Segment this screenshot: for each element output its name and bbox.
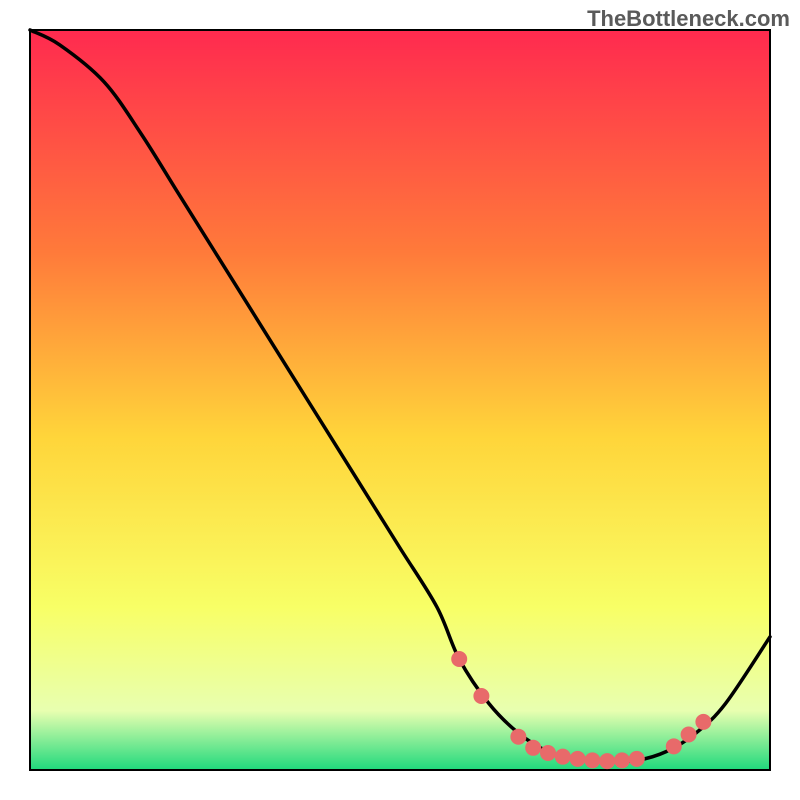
watermark-label: TheBottleneck.com [587, 6, 790, 32]
data-point-marker [681, 726, 697, 742]
plot-background [30, 30, 770, 770]
data-point-marker [473, 688, 489, 704]
data-point-marker [540, 745, 556, 761]
data-point-marker [666, 738, 682, 754]
chart-svg [0, 0, 800, 800]
data-point-marker [599, 753, 615, 769]
data-point-marker [629, 751, 645, 767]
data-point-marker [614, 752, 630, 768]
data-point-marker [570, 751, 586, 767]
chart-container: TheBottleneck.com [0, 0, 800, 800]
data-point-marker [451, 651, 467, 667]
data-point-marker [525, 740, 541, 756]
data-point-marker [510, 729, 526, 745]
data-point-marker [584, 752, 600, 768]
data-point-marker [695, 714, 711, 730]
data-point-marker [555, 749, 571, 765]
